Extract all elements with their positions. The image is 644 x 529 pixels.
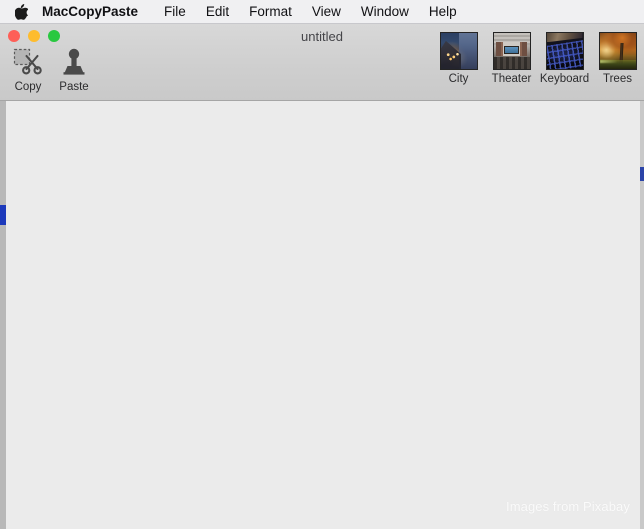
menu-item-window[interactable]: Window bbox=[351, 1, 419, 23]
toolbar-image-items: City Theater Keyboard Trees bbox=[436, 32, 640, 86]
image-item-trees-label: Trees bbox=[603, 73, 632, 85]
zoom-button[interactable] bbox=[48, 30, 60, 42]
vertical-scrollbar-left[interactable] bbox=[0, 101, 6, 529]
image-item-theater-label: Theater bbox=[491, 73, 532, 85]
scrollbar-thumb-right[interactable] bbox=[640, 167, 644, 181]
image-item-trees[interactable]: Trees bbox=[595, 32, 640, 86]
menu-bar: MacCopyPaste File Edit Format View Windo… bbox=[0, 0, 644, 24]
close-button[interactable] bbox=[8, 30, 20, 42]
application-window: MacCopyPaste File Edit Format View Windo… bbox=[0, 0, 644, 529]
menu-app-name[interactable]: MacCopyPaste bbox=[42, 1, 154, 23]
window-toolbar: untitled Copy Paste City Theater Keyboar… bbox=[0, 24, 644, 101]
paste-button[interactable]: Paste bbox=[52, 44, 96, 94]
theater-thumbnail bbox=[492, 32, 531, 70]
copy-button[interactable]: Copy bbox=[6, 44, 50, 94]
apple-logo-icon[interactable] bbox=[14, 3, 28, 20]
keyboard-thumbnail bbox=[545, 32, 584, 70]
copy-button-label: Copy bbox=[14, 81, 42, 93]
menu-item-help[interactable]: Help bbox=[419, 1, 467, 23]
menu-item-file[interactable]: File bbox=[154, 1, 196, 23]
scrollbar-thumb-left[interactable] bbox=[0, 205, 6, 225]
city-thumbnail bbox=[439, 32, 478, 70]
trees-thumbnail bbox=[598, 32, 637, 70]
vertical-scrollbar-right[interactable] bbox=[640, 101, 644, 529]
image-item-city[interactable]: City bbox=[436, 32, 481, 86]
image-item-city-label: City bbox=[448, 73, 469, 85]
menu-item-edit[interactable]: Edit bbox=[196, 1, 239, 23]
document-content-area[interactable]: Images from Pixabay bbox=[0, 101, 644, 529]
image-item-keyboard-label: Keyboard bbox=[539, 73, 590, 85]
copy-scissors-icon bbox=[13, 44, 43, 80]
document-window: untitled Copy Paste City Theater Keyboar… bbox=[0, 24, 644, 529]
menu-item-view[interactable]: View bbox=[302, 1, 351, 23]
menu-item-format[interactable]: Format bbox=[239, 1, 302, 23]
minimize-button[interactable] bbox=[28, 30, 40, 42]
paste-button-label: Paste bbox=[59, 81, 89, 93]
toolbar-actions: Copy Paste bbox=[6, 44, 96, 94]
image-item-theater[interactable]: Theater bbox=[489, 32, 534, 86]
pixabay-attribution: Images from Pixabay bbox=[505, 499, 630, 514]
window-controls bbox=[8, 30, 60, 42]
image-item-keyboard[interactable]: Keyboard bbox=[539, 32, 590, 86]
paste-stamp-icon bbox=[59, 44, 89, 80]
